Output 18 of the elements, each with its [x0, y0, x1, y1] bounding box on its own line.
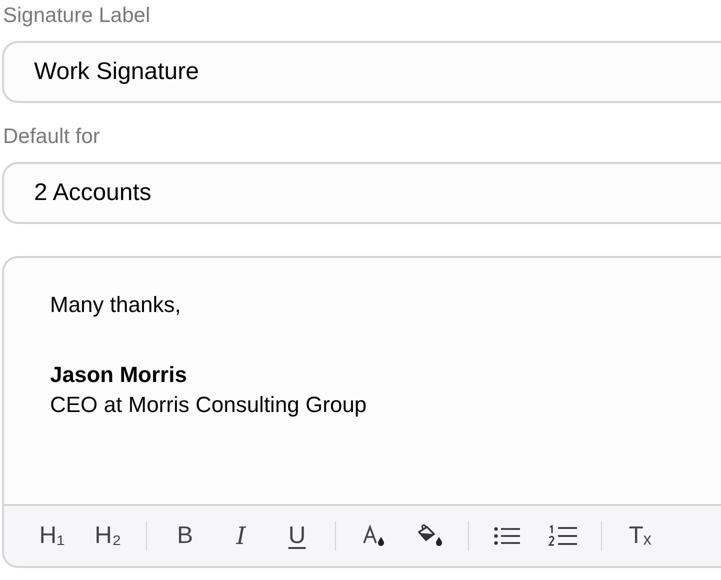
field-label: Default for: [3, 126, 100, 147]
paint-bucket-icon: [415, 523, 445, 549]
field-label: Signature Label: [3, 5, 150, 26]
italic-button[interactable]: I: [216, 516, 266, 556]
heading-2-button[interactable]: H₂: [83, 516, 133, 556]
input-field[interactable]: Work Signature: [2, 41, 721, 103]
text-color-icon: [361, 523, 387, 549]
editor-body[interactable]: Many thanks, Jason Morris CEO at Morris Consulting Group: [4, 258, 721, 504]
heading-1-button[interactable]: H₁: [27, 516, 77, 556]
bullet-list-icon: [493, 524, 521, 548]
text-line: Many thanks,: [50, 291, 181, 319]
bold-text-line: Jason Morris: [50, 361, 187, 389]
numbered-list-icon: [548, 524, 578, 548]
input-field[interactable]: 2 Accounts: [2, 162, 721, 224]
bold-button[interactable]: B: [160, 516, 210, 556]
clear-formatting-button[interactable]: Tₓ: [615, 516, 665, 556]
underline-button[interactable]: U: [272, 516, 322, 556]
text-line: CEO at Morris Consulting Group: [50, 391, 367, 419]
